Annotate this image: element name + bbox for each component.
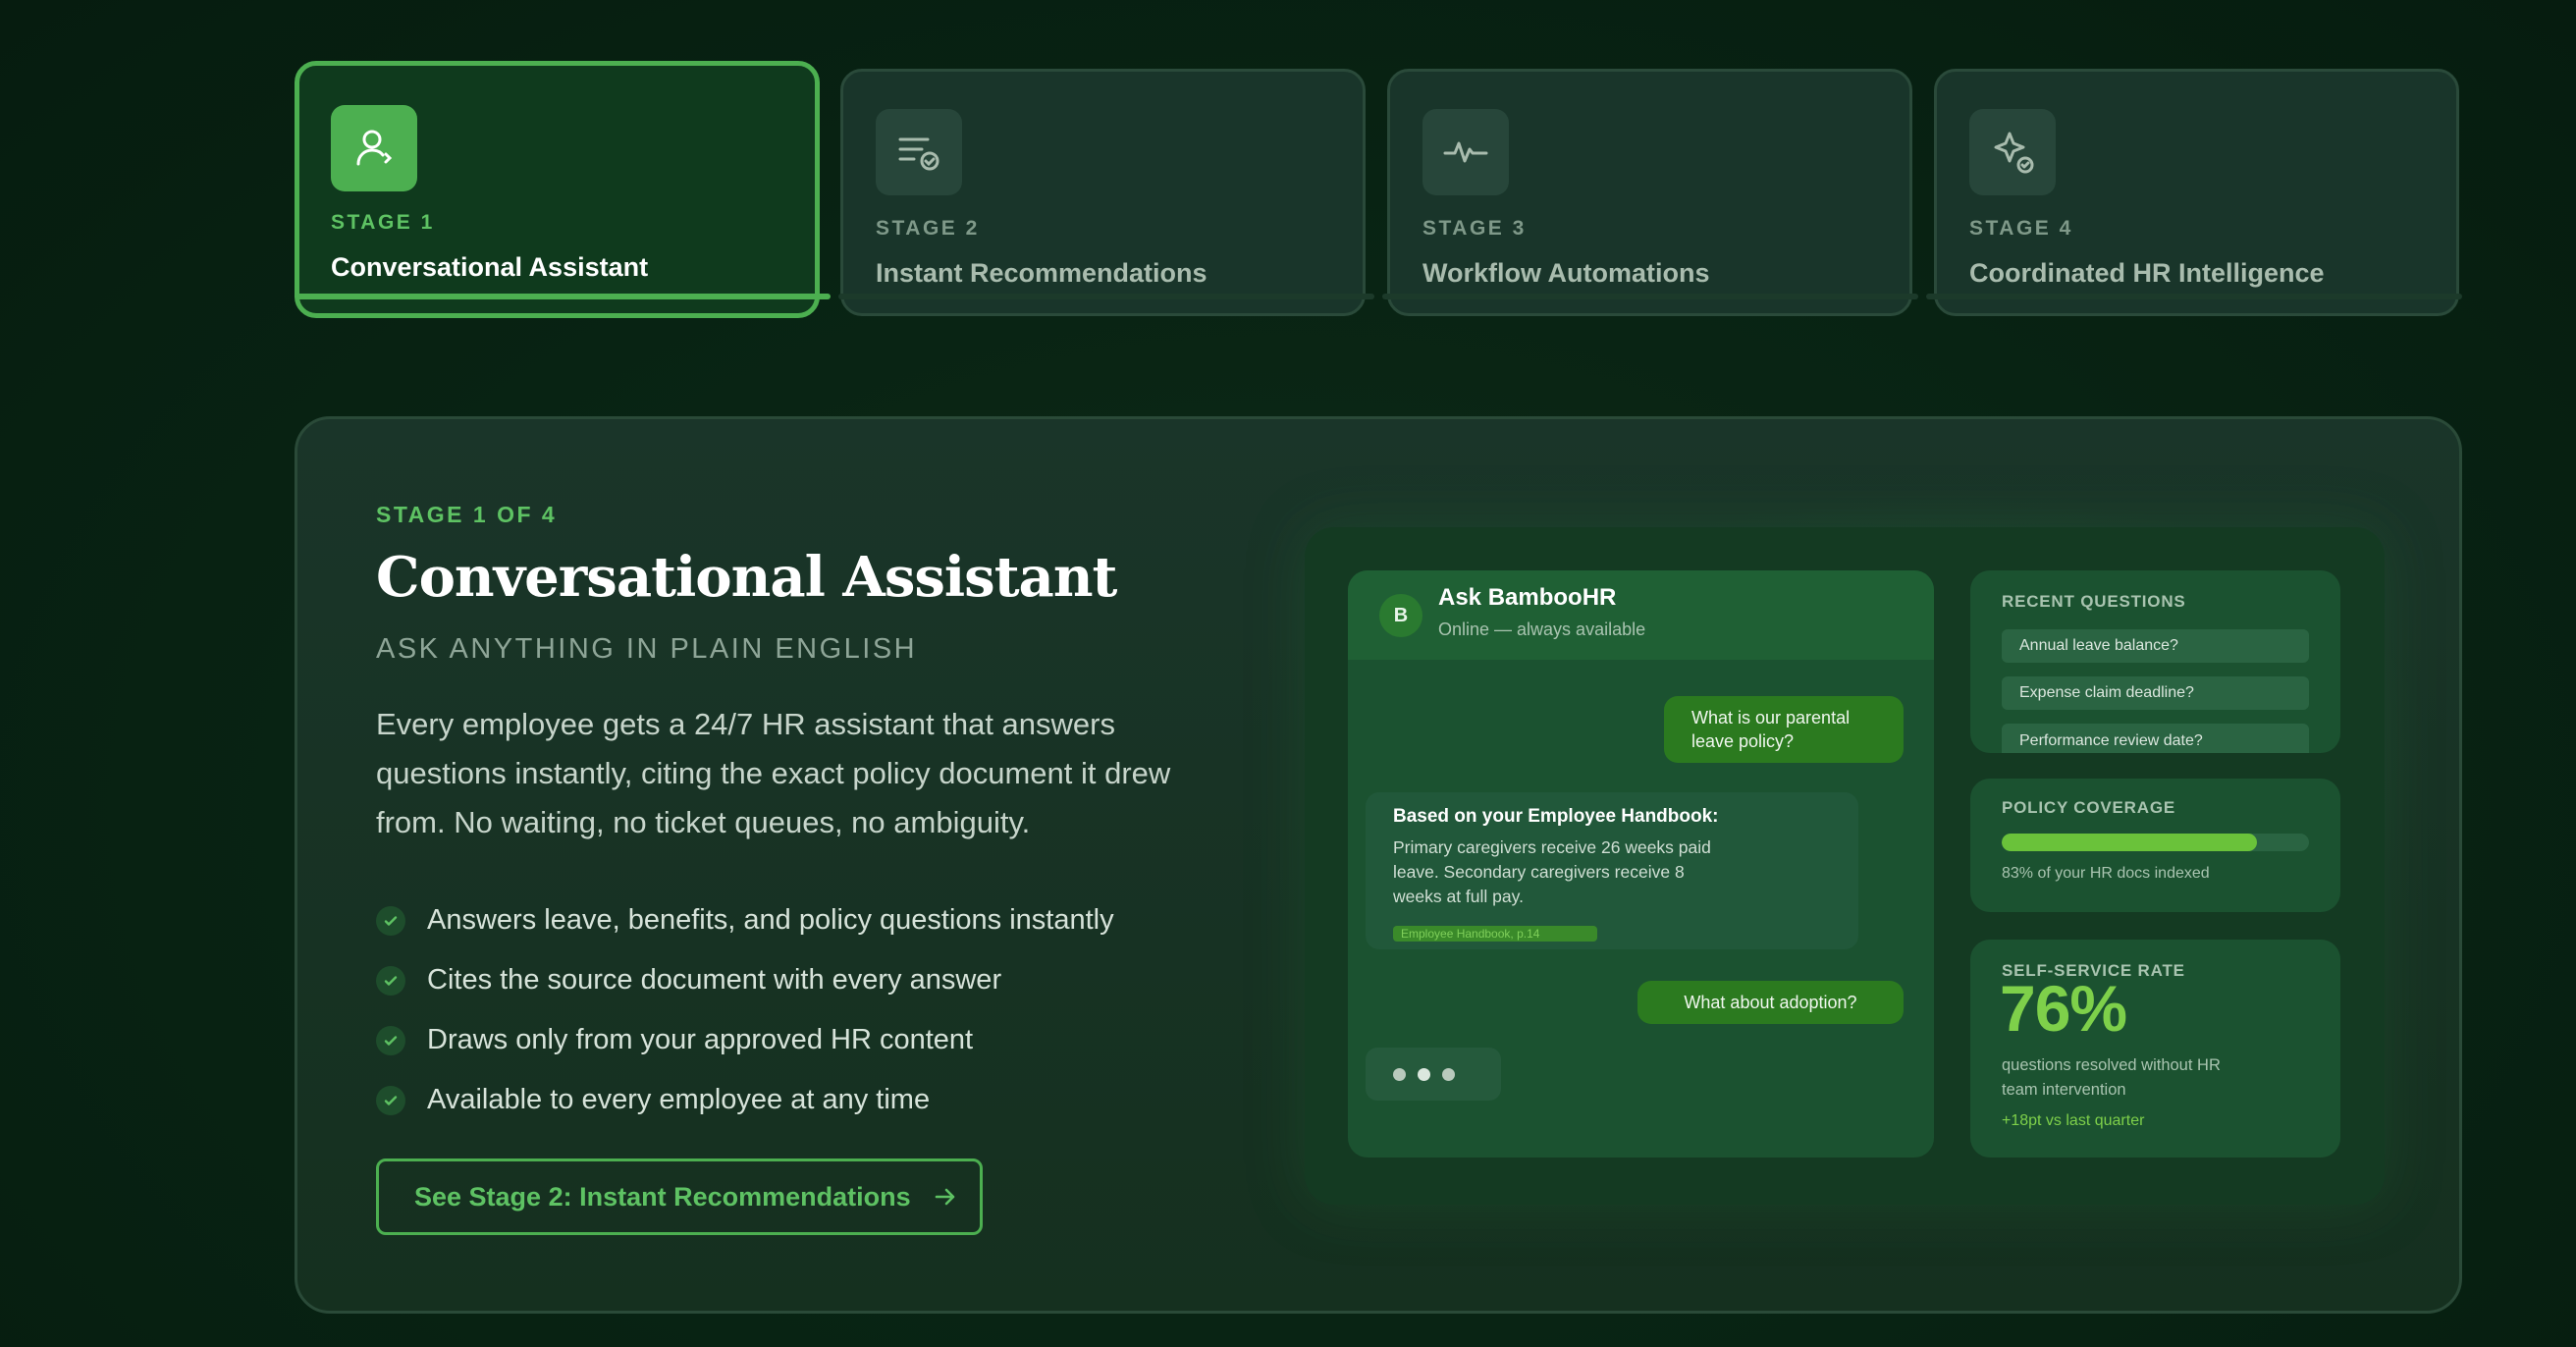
stage-title: Coordinated HR Intelligence — [1969, 258, 2325, 288]
list-item: Cites the source document with every ans… — [376, 950, 1114, 1010]
self-service-note: questions resolved without HR team inter… — [2002, 1056, 2221, 1099]
recent-question-item[interactable]: Annual leave balance? — [2002, 629, 2309, 663]
stage-detail-card: STAGE 1 OF 4 Conversational Assistant AS… — [295, 416, 2462, 1314]
tab-stage-1[interactable]: STAGE 1 Conversational Assistant — [295, 61, 820, 318]
chat-name: Ask BambooHR — [1438, 584, 1617, 611]
feature-list: Answers leave, benefits, and policy ques… — [376, 890, 1114, 1130]
pulse-icon — [1422, 109, 1509, 195]
coverage-progress-fill — [2002, 834, 2257, 851]
progress-segment-4 — [1926, 294, 2462, 299]
self-service-value: 76% — [2000, 972, 2127, 1045]
avatar: B — [1379, 594, 1422, 637]
chat-window: B Ask BambooHR Online — always available… — [1348, 570, 1934, 1158]
assistant-message-title: Based on your Employee Handbook: — [1393, 806, 1719, 827]
description: Every employee gets a 24/7 HR assistant … — [376, 707, 1171, 839]
list-item-text: Answers leave, benefits, and policy ques… — [427, 904, 1114, 936]
list-check-icon — [876, 109, 962, 195]
self-service-panel: SELF-SERVICE RATE 76% questions resolved… — [1970, 940, 2340, 1158]
stage-kicker: STAGE 1 OF 4 — [376, 502, 558, 527]
citation-badge[interactable]: Employee Handbook, p.14 — [1393, 926, 1597, 942]
stage-tabs: STAGE 1 Conversational Assistant STAGE 2… — [295, 61, 2462, 326]
check-icon — [376, 1085, 405, 1115]
list-item-text: Cites the source document with every ans… — [427, 964, 1002, 996]
policy-coverage-panel: POLICY COVERAGE 83% of your HR docs inde… — [1970, 779, 2340, 912]
list-item: Draws only from your approved HR content — [376, 1010, 1114, 1070]
progress-segment-3 — [1382, 294, 1918, 299]
stage-title: Instant Recommendations — [876, 258, 1208, 288]
assistant-preview: B Ask BambooHR Online — always available… — [1305, 527, 2385, 1205]
tab-stage-3[interactable]: STAGE 3 Workflow Automations — [1387, 69, 1912, 316]
check-icon — [376, 905, 405, 936]
chat-header: B Ask BambooHR Online — always available — [1348, 570, 1934, 660]
stage-title: Conversational Assistant — [331, 252, 649, 282]
recent-questions-panel: RECENT QUESTIONS Annual leave balance? E… — [1970, 570, 2340, 753]
user-message: What about adoption? — [1637, 981, 1904, 1024]
list-item-text: Draws only from your approved HR content — [427, 1024, 974, 1055]
stage-label: STAGE 1 — [331, 211, 435, 234]
typing-dot — [1418, 1067, 1430, 1081]
list-item: Answers leave, benefits, and policy ques… — [376, 890, 1114, 950]
coverage-progress-bar — [2002, 834, 2309, 851]
check-icon — [376, 1025, 405, 1055]
chat-status: Online — always available — [1438, 620, 1646, 639]
tab-stage-4[interactable]: STAGE 4 Coordinated HR Intelligence — [1934, 69, 2459, 316]
assistant-message: Based on your Employee Handbook: Primary… — [1366, 792, 1858, 949]
typing-dot — [1442, 1067, 1455, 1081]
recent-question-item[interactable]: Expense claim deadline? — [2002, 676, 2309, 710]
assistant-message-body: Primary caregivers receive 26 weeks paid… — [1393, 837, 1711, 906]
recent-question-item[interactable]: Performance review date? — [2002, 724, 2309, 753]
stage-label: STAGE 2 — [876, 217, 980, 240]
stage-label: STAGE 3 — [1422, 217, 1527, 240]
stage-title: Workflow Automations — [1422, 258, 1710, 288]
typing-dot — [1393, 1067, 1406, 1081]
tab-stage-2[interactable]: STAGE 2 Instant Recommendations — [840, 69, 1366, 316]
progress-segment-1 — [295, 294, 831, 299]
list-item-text: Available to every employee at any time — [427, 1084, 931, 1115]
user-chat-icon — [331, 105, 417, 191]
panel-title: POLICY COVERAGE — [2002, 798, 2175, 817]
stage-label: STAGE 4 — [1969, 217, 2073, 240]
coverage-note: 83% of your HR docs indexed — [2002, 865, 2210, 882]
page-title: Conversational Assistant — [376, 545, 1117, 610]
subtitle: ASK ANYTHING IN PLAIN ENGLISH — [376, 633, 918, 665]
self-service-delta: +18pt vs last quarter — [2002, 1112, 2145, 1129]
sparkle-check-icon — [1969, 109, 2056, 195]
typing-indicator — [1366, 1048, 1501, 1101]
arrow-right-icon — [935, 1188, 954, 1206]
check-icon — [376, 965, 405, 996]
user-message: What is our parental leave policy? — [1664, 696, 1904, 763]
panel-title: RECENT QUESTIONS — [2002, 592, 2186, 611]
list-item: Available to every employee at any time — [376, 1070, 1114, 1130]
progress-segment-2 — [838, 294, 1374, 299]
next-stage-button[interactable]: See Stage 2: Instant Recommendations — [376, 1158, 983, 1235]
next-stage-button-label: See Stage 2: Instant Recommendations — [414, 1181, 911, 1212]
